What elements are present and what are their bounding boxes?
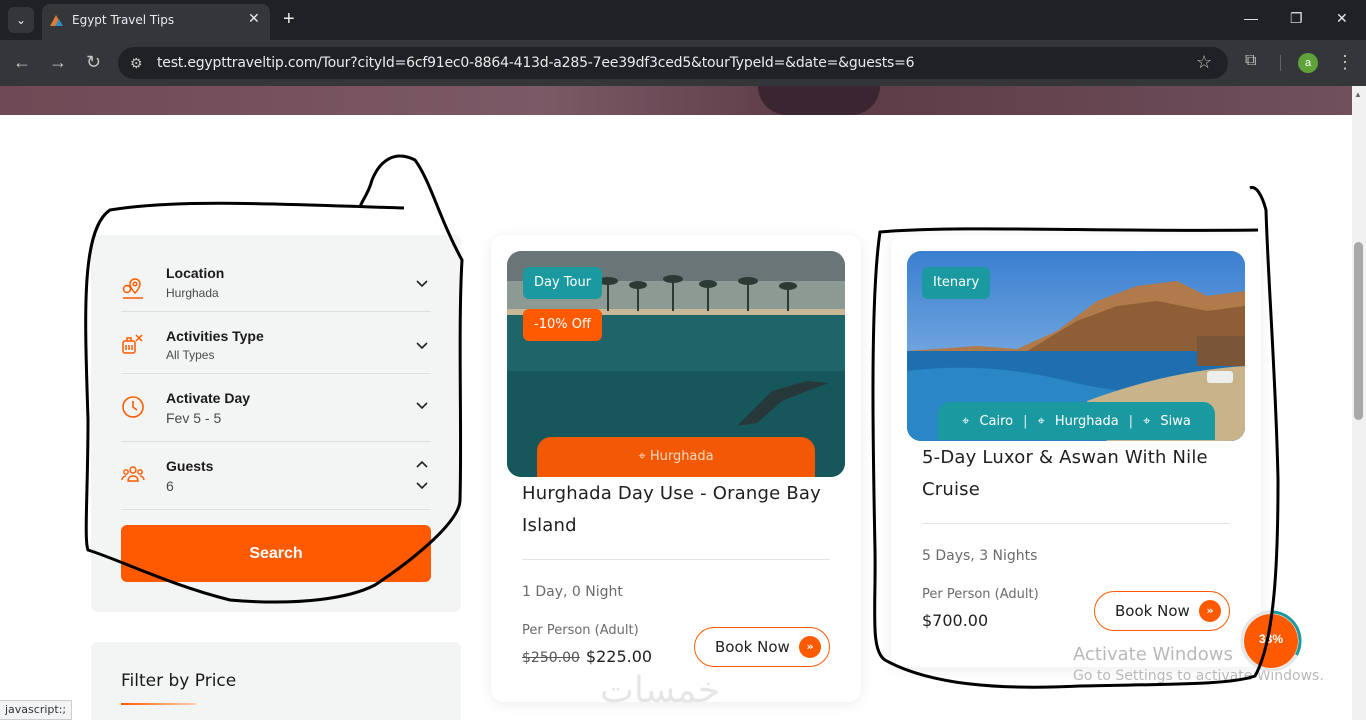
url-text[interactable]: test.egypttraveltip.com/Tour?cityId=6cf9… (157, 55, 915, 71)
tour-location: Cairo (979, 413, 1014, 429)
activate-day-field[interactable]: Activate Day Fev 5 - 5 (121, 382, 431, 442)
book-now-label: Book Now (715, 638, 790, 656)
tour-location-strip: ⌖ Hurghada (537, 437, 815, 477)
book-now-button[interactable]: Book Now » (1094, 591, 1230, 631)
activities-field[interactable]: Activities Type All Types (121, 320, 431, 374)
per-person-label: Per Person (Adult) (922, 587, 1039, 602)
tour-duration: 5 Days, 3 Nights (922, 548, 1038, 564)
activities-value: All Types (166, 348, 215, 362)
tour-title[interactable]: Hurghada Day Use - Orange Bay Island (522, 478, 842, 542)
tour-duration: 1 Day, 0 Night (522, 584, 623, 600)
activate-windows-title: Activate Windows (1073, 644, 1233, 665)
per-person-label: Per Person (Adult) (522, 623, 639, 638)
price-block: $250.00 $225.00 (522, 647, 652, 666)
tour-location: Hurghada (1054, 413, 1119, 429)
tour-title-line: 5-Day Luxor & Aswan With Nile (922, 447, 1208, 468)
minimize-icon[interactable]: — (1244, 10, 1258, 26)
profile-avatar[interactable]: a (1298, 53, 1318, 73)
location-separator: | (1128, 413, 1134, 429)
guests-value[interactable]: 6 (166, 478, 174, 494)
map-pin-icon: ⌖ (1143, 413, 1151, 429)
card-divider (922, 523, 1230, 524)
double-chevron-right-icon: » (1199, 600, 1221, 622)
new-tab-button[interactable]: + (283, 8, 295, 30)
scroll-progress-label: 33% (1258, 632, 1284, 646)
back-icon[interactable]: ← (13, 52, 31, 72)
guests-field: Guests 6 (121, 450, 431, 510)
map-pin-icon: ⌖ (1037, 413, 1045, 429)
watermark-logo: خمسات (600, 670, 721, 711)
scrollbar-thumb[interactable] (1354, 242, 1363, 420)
site-settings-icon[interactable]: ⚙ (130, 55, 143, 72)
tab-search-button[interactable]: ⌄ (8, 7, 34, 33)
tour-title-line: Island (522, 515, 577, 536)
luggage-icon (122, 334, 143, 354)
tour-location: Hurghada (649, 449, 714, 464)
guests-label: Guests (166, 458, 214, 474)
discount-badge: -10% Off (523, 309, 602, 341)
location-pin-icon (122, 278, 143, 299)
double-chevron-right-icon: » (799, 636, 821, 658)
tour-title-line: Hurghada Day Use - Orange Bay (522, 483, 821, 504)
tour-type-badge: Day Tour (523, 267, 603, 299)
location-field[interactable]: Location Hurghada (121, 258, 431, 312)
group-icon (121, 466, 145, 482)
old-price: $250.00 (522, 650, 580, 666)
clock-icon (122, 396, 144, 418)
tour-title[interactable]: 5-Day Luxor & Aswan With Nile Cruise (922, 442, 1242, 506)
forward-icon[interactable]: → (49, 52, 67, 72)
map-pin-icon: ⌖ (638, 449, 650, 464)
tab-title: Egypt Travel Tips (72, 13, 175, 27)
tour-title-line: Cruise (922, 479, 981, 500)
chevron-down-icon (416, 342, 428, 350)
hero-figure (758, 86, 880, 115)
activate-day-label: Activate Day (166, 390, 251, 406)
tour-type-badge: Itenary (922, 267, 991, 299)
tour-locations-bar: ⌖ Cairo | ⌖ Hurghada | ⌖ Siwa (938, 402, 1215, 440)
browser-menu-icon[interactable]: ⋮ (1336, 52, 1354, 73)
current-price: $225.00 (585, 647, 653, 666)
book-now-label: Book Now (1115, 602, 1190, 620)
activities-label: Activities Type (166, 328, 264, 344)
scroll-up-icon[interactable]: ▲ (1354, 90, 1362, 99)
activate-day-value: Fev 5 - 5 (166, 410, 222, 426)
chevron-down-icon (416, 280, 428, 288)
site-favicon-icon (50, 15, 63, 26)
current-price: $700.00 (922, 611, 989, 630)
decrement-guests-icon[interactable] (416, 482, 428, 490)
status-bar: javascript:; (0, 700, 73, 720)
location-value: Hurghada (166, 286, 219, 300)
price-block: $700.00 (922, 611, 988, 630)
location-separator: | (1023, 413, 1028, 429)
filter-title: Filter by Price (121, 671, 237, 691)
filter-title-underline (121, 703, 196, 705)
toolbar-divider (1280, 55, 1281, 71)
extensions-icon[interactable]: ⧉ (1245, 52, 1256, 70)
card-divider (522, 559, 830, 560)
search-button[interactable]: Search (121, 525, 431, 582)
close-window-icon[interactable]: ✕ (1336, 10, 1348, 27)
tab-close-icon[interactable]: ✕ (248, 10, 260, 27)
map-pin-icon: ⌖ (962, 413, 970, 429)
book-now-button[interactable]: Book Now » (694, 627, 830, 667)
tour-location: Siwa (1160, 413, 1191, 429)
reload-icon[interactable]: ↻ (86, 52, 101, 72)
increment-guests-icon[interactable] (416, 460, 428, 468)
location-label: Location (166, 265, 225, 281)
maximize-icon[interactable]: ❐ (1290, 10, 1303, 27)
hero-banner (0, 86, 1352, 115)
bookmark-star-icon[interactable]: ☆ (1196, 52, 1212, 73)
chevron-down-icon (416, 402, 428, 410)
